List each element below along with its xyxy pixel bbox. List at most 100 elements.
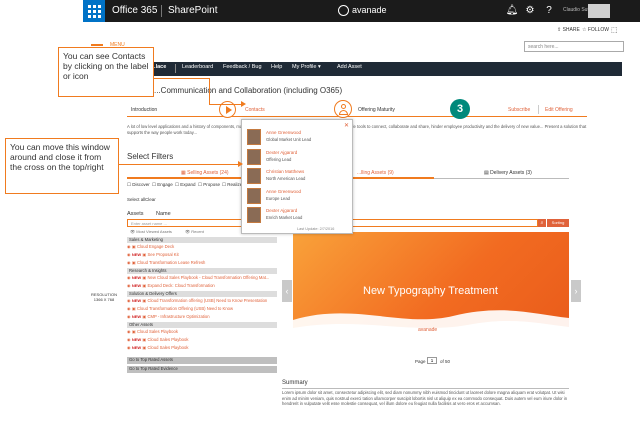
contact-name[interactable]: Dexter Ajgarard [266,208,297,213]
asset-row[interactable]: ◉ NEW ▣ Cloud Sales Playbook [127,345,277,352]
share-link[interactable]: ⇪ SHARE [557,27,580,33]
edit-offering-link[interactable]: Edit Offering [545,107,573,113]
asset-row[interactable]: ◉ NEW ▣ Cloud Sales Playbook [127,337,277,344]
callout-contacts-connector-h [153,78,209,79]
avanade-logo-icon [338,5,349,16]
asset-name[interactable]: Cloud Transformation offering (USB) Need… [147,298,267,303]
wizard-intro[interactable]: Introduction [131,107,157,113]
help-icon[interactable]: ? [540,3,558,19]
contact-item[interactable]: Anne Greenwood Global Market Unit Lead [247,128,351,147]
new-badge: NEW [131,345,142,350]
asset-name[interactable]: New Cloud Sales Playbook - Cloud Transfo… [147,275,269,280]
search-input[interactable]: search here... [524,41,624,52]
contact-item[interactable]: Dexter Ajgarard Enrich Market Lead [247,206,351,225]
asset-name[interactable]: CMP - Infrastructure Optimization [147,314,209,319]
asset-name[interactable]: Expand Deck: Cloud Transformation [147,283,214,288]
new-badge: NEW [131,314,142,319]
gear-icon[interactable]: ⚙ [521,3,539,19]
select-all-link[interactable]: Select all [127,197,145,202]
resolution-note: RESOLUTION 1366 X 768 [90,292,117,302]
suite-divider [161,5,162,17]
subscribe-link[interactable]: Subscribe [508,107,530,113]
hamburger-icon[interactable] [91,44,103,46]
summary-text: Lorem ipsum dolor sit amet, consectetur … [282,390,568,406]
nav-leaderboard[interactable]: Leaderboard [182,64,213,70]
contact-item[interactable]: Dexter Ajgarard Offering Lead [247,148,351,167]
next-slide-button[interactable]: › [571,280,581,302]
bell-icon[interactable]: 🔔︎ [503,3,521,19]
contact-name[interactable]: Anne Greenwood [266,130,301,135]
asset-name[interactable]: Cloud Transformation Offering (USB) Need… [137,306,233,311]
page-title: ...Communication and Collaboration (incl… [154,86,343,95]
asset-name[interactable]: Cloud Engage Deck [137,244,174,249]
asset-name[interactable]: Cloud Sales Playbook [137,329,178,334]
tab-delivery-assets[interactable]: ▤ Delivery Assets (3) [484,170,532,176]
asset-row[interactable]: ◉ NEW ▣ Expand Deck: Cloud Transformatio… [127,283,277,290]
stage-realize[interactable]: ☐ Realize [222,182,242,188]
user-avatar[interactable] [588,4,610,18]
asset-row[interactable]: ◉ ▣ Cloud Transformation Offering (USB) … [127,306,277,313]
contact-photo [247,148,261,165]
asset-row[interactable]: ◉ NEW ▣ CMP - Infrastructure Optimizatio… [127,314,277,321]
asset-name[interactable]: See Proposal Kit [147,252,178,257]
new-badge: NEW [131,275,142,280]
contact-item[interactable]: Anne Greenwood Europe Lead [247,187,351,206]
summary-title: Summary [282,380,308,386]
nav-feedback[interactable]: Feedback / Bug [223,64,262,70]
stage-discover[interactable]: ☐ Discover [127,182,150,188]
page-total: of 50 [440,359,451,364]
stage-propose[interactable]: ☐ Propose [198,182,220,188]
contact-name[interactable]: Christian Matthews [266,169,304,174]
asset-row[interactable]: ◉ ▣ Cloud Sales Playbook [127,329,277,336]
tab-selling-assets[interactable]: ▦ Selling Assets (24) [181,170,229,176]
asset-name[interactable]: Cloud Sales Playbook [147,345,188,350]
tab-selling-right[interactable]: ...lling Assets (9) [357,170,394,176]
step-number-badge: 3 [450,99,470,119]
wizard-maturity[interactable]: Offering Maturity [358,107,395,113]
office365-title[interactable]: Office 365 [112,5,157,16]
sharepoint-title[interactable]: SharePoint [168,5,217,16]
prev-slide-button[interactable]: ‹ [282,280,292,302]
asset-name[interactable]: Cloud Sales Playbook [147,337,188,342]
most-viewed-toggle[interactable]: 👁︎ Most Viewed Assets [130,229,172,234]
contact-role: Global Market Unit Lead [266,137,312,142]
contacts-popup[interactable]: ✕ Anne Greenwood Global Market Unit Lead D… [241,119,353,234]
asset-row[interactable]: ◉ NEW ▣ Cloud Transformation offering (U… [127,298,277,305]
contact-name[interactable]: Anne Greenwood [266,189,301,194]
nav-my-profile[interactable]: My Profile ▾ [292,64,321,70]
contact-name[interactable]: Dexter Ajgarard [266,150,297,155]
contact-photo [247,129,261,145]
goto-top-rated-assets[interactable]: Go to Top Rated Assets [127,357,277,364]
asset-row[interactable]: ◉ ▣ Cloud Transformation Lease Refresh [127,260,277,267]
asset-row[interactable]: ◉ NEW ▣ New Cloud Sales Playbook - Cloud… [127,275,277,282]
contact-item[interactable]: Christian Matthews North American Lead [247,167,351,186]
asset-group-header[interactable]: Solution & Delivery Offers [127,291,277,297]
sorting-button[interactable]: Sorting [547,219,569,227]
stage-engage[interactable]: ☐ Engage [152,182,173,188]
contact-role: Europe Lead [266,195,290,201]
asset-group-header[interactable]: Other Assets [127,322,277,328]
intro-paragraph: A lot of low level applications and a hi… [127,124,587,135]
contacts-icon[interactable] [334,100,352,118]
callout-contacts: You can see Contacts by clicking on the … [58,47,154,97]
focus-icon[interactable]: ⬚ [611,26,618,34]
asset-group-header[interactable]: Sales & Marketing [127,237,277,243]
stage-expand[interactable]: ☐ Expand [175,182,196,188]
nav-help[interactable]: Help [271,64,282,70]
asset-row[interactable]: ◉ NEW ▣ See Proposal Kit [127,252,277,259]
asset-name[interactable]: Cloud Transformation Lease Refresh [137,260,205,265]
app-launcher-icon[interactable] [83,0,105,22]
wizard-contacts[interactable]: Contacts [245,107,265,113]
col-assets: Assets [127,211,144,217]
new-badge: NEW [131,298,142,303]
clear-link[interactable]: Clear [145,197,156,202]
follow-link[interactable]: ☆ FOLLOW [582,27,609,33]
new-badge: NEW [131,337,142,342]
goto-top-rated-evidence[interactable]: Go to Top Rated Evidence [127,366,277,373]
asset-row[interactable]: ◉ ▣ Cloud Engage Deck [127,244,277,251]
page-input[interactable]: 1 [427,357,437,364]
nav-add-asset[interactable]: Add Asset [337,64,362,70]
recent-toggle[interactable]: 👁︎ Recent [185,229,204,234]
asset-group-header[interactable]: Research & Insights [127,268,277,274]
asset-search-icon[interactable]: ⌕ [538,219,546,227]
